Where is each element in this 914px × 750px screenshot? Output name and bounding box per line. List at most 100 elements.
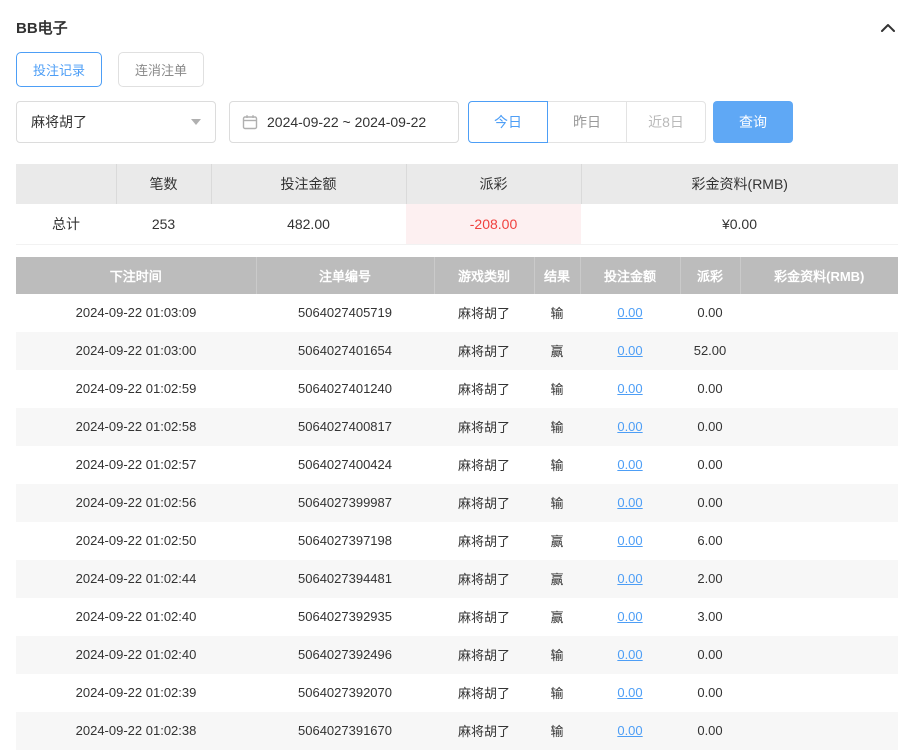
date-range-value: 2024-09-22 ~ 2024-09-22 <box>267 114 426 130</box>
bonus-cell <box>740 674 898 712</box>
table-row: 2024-09-22 01:02:595064027401240麻将胡了输0.0… <box>16 370 898 408</box>
order-id-cell: 5064027392935 <box>256 598 434 636</box>
bet-table-header-row: 下注时间 注单编号 游戏类别 结果 投注金额 派彩 彩金资料(RMB) <box>16 257 898 294</box>
payout-cell: 6.00 <box>680 522 740 560</box>
bonus-cell <box>740 484 898 522</box>
payout-cell: 0.00 <box>680 294 740 332</box>
bet-records-table: 下注时间 注单编号 游戏类别 结果 投注金额 派彩 彩金资料(RMB) 2024… <box>16 257 898 750</box>
game-type-cell: 麻将胡了 <box>434 408 534 446</box>
bet-amount-cell: 0.00 <box>580 674 680 712</box>
search-button[interactable]: 查询 <box>713 101 793 143</box>
game-type-cell: 麻将胡了 <box>434 712 534 750</box>
bet-table-body: 2024-09-22 01:03:095064027405719麻将胡了输0.0… <box>16 294 898 750</box>
result-cell: 赢 <box>534 560 580 598</box>
header-result: 结果 <box>534 257 580 294</box>
summary-header-blank <box>16 164 116 204</box>
bet-amount-cell: 0.00 <box>580 370 680 408</box>
tab-bet-records[interactable]: 投注记录 <box>16 52 102 87</box>
payout-cell: 3.00 <box>680 598 740 636</box>
summary-total-row: 总计 253 482.00 -208.00 ¥0.00 <box>16 204 898 244</box>
result-cell: 输 <box>534 712 580 750</box>
date-range-picker[interactable]: 2024-09-22 ~ 2024-09-22 <box>229 101 459 143</box>
header-bet-amount: 投注金额 <box>580 257 680 294</box>
chevron-down-icon <box>191 119 201 125</box>
bet-amount-link[interactable]: 0.00 <box>617 495 642 510</box>
result-cell: 赢 <box>534 332 580 370</box>
total-payout: -208.00 <box>406 204 581 244</box>
header-bonus: 彩金资料(RMB) <box>740 257 898 294</box>
chevron-up-icon <box>880 20 896 36</box>
last-8-days-button[interactable]: 近8日 <box>626 101 706 143</box>
summary-header-bonus: 彩金资料(RMB) <box>581 164 898 204</box>
bonus-cell <box>740 294 898 332</box>
collapse-panel-button[interactable] <box>878 18 898 38</box>
bet-amount-link[interactable]: 0.00 <box>617 457 642 472</box>
table-row: 2024-09-22 01:02:445064027394481麻将胡了赢0.0… <box>16 560 898 598</box>
bet-records-panel: BB电子 投注记录 连消注单 麻将胡了 <box>0 0 914 750</box>
today-button[interactable]: 今日 <box>468 101 548 143</box>
bet-amount-link[interactable]: 0.00 <box>617 723 642 738</box>
payout-cell: 0.00 <box>680 636 740 674</box>
bet-amount-cell: 0.00 <box>580 636 680 674</box>
bet-amount-link[interactable]: 0.00 <box>617 305 642 320</box>
order-id-cell: 5064027391670 <box>256 712 434 750</box>
panel-header: BB电子 <box>16 0 898 50</box>
tab-cancelled-orders[interactable]: 连消注单 <box>118 52 204 87</box>
bet-amount-link[interactable]: 0.00 <box>617 419 642 434</box>
bonus-cell <box>740 636 898 674</box>
bet-amount-link[interactable]: 0.00 <box>617 647 642 662</box>
filter-bar: 麻将胡了 2024-09-22 ~ 2024-09-22 今日 昨日 近8日 查… <box>16 101 898 143</box>
table-row: 2024-09-22 01:03:095064027405719麻将胡了输 0.0… <box>16 294 898 332</box>
game-type-cell: 麻将胡了 <box>434 560 534 598</box>
bet-amount-link[interactable]: 0.00 <box>617 571 642 586</box>
yesterday-button[interactable]: 昨日 <box>547 101 627 143</box>
game-type-cell: 麻将胡了 <box>434 636 534 674</box>
table-row: 2024-09-22 01:02:505064027397198麻将胡了赢0.0… <box>16 522 898 560</box>
bonus-cell <box>740 522 898 560</box>
table-row: 2024-09-22 01:02:395064027392070麻将胡了输0.0… <box>16 674 898 712</box>
bet-amount-cell: 0.00 <box>580 332 680 370</box>
bet-amount-cell: 0.00 <box>580 408 680 446</box>
table-row: 2024-09-22 01:02:405064027392496麻将胡了输0.0… <box>16 636 898 674</box>
payout-cell: 0.00 <box>680 370 740 408</box>
total-label: 总计 <box>16 204 116 244</box>
payout-cell: 52.00 <box>680 332 740 370</box>
game-type-cell: 麻将胡了 <box>434 674 534 712</box>
game-type-cell: 麻将胡了 <box>434 370 534 408</box>
bet-amount-cell: 0.00 <box>580 294 680 332</box>
result-cell: 赢 <box>534 598 580 636</box>
game-type-select[interactable]: 麻将胡了 <box>16 101 216 143</box>
bet-time-cell: 2024-09-22 01:02:40 <box>16 598 256 636</box>
table-row: 2024-09-22 01:02:585064027400817麻将胡了输0.0… <box>16 408 898 446</box>
bet-amount-link[interactable]: 0.00 <box>617 381 642 396</box>
game-type-cell: 麻将胡了 <box>434 294 534 332</box>
bonus-cell <box>740 370 898 408</box>
result-cell: 输 <box>534 636 580 674</box>
header-payout: 派彩 <box>680 257 740 294</box>
bet-time-cell: 2024-09-22 01:03:09 <box>16 294 256 332</box>
bet-amount-link[interactable]: 0.00 <box>617 343 642 358</box>
payout-cell: 0.00 <box>680 484 740 522</box>
order-id-cell: 5064027405719 <box>256 294 434 332</box>
result-cell: 输 <box>534 446 580 484</box>
total-bet-amount: 482.00 <box>211 204 406 244</box>
payout-cell: 0.00 <box>680 446 740 484</box>
header-bet-time: 下注时间 <box>16 257 256 294</box>
bonus-cell <box>740 560 898 598</box>
table-row: 2024-09-22 01:02:405064027392935麻将胡了赢0.0… <box>16 598 898 636</box>
result-cell: 输 <box>534 294 580 332</box>
bet-time-cell: 2024-09-22 01:02:39 <box>16 674 256 712</box>
summary-header-payout: 派彩 <box>406 164 581 204</box>
payout-cell: 2.00 <box>680 560 740 598</box>
summary-header-count: 笔数 <box>116 164 211 204</box>
record-tabs: 投注记录 连消注单 <box>16 52 898 87</box>
bet-amount-link[interactable]: 0.00 <box>617 533 642 548</box>
summary-header-row: 笔数 投注金额 派彩 彩金资料(RMB) <box>16 164 898 204</box>
game-type-select-value: 麻将胡了 <box>31 112 87 132</box>
bet-amount-link[interactable]: 0.00 <box>617 685 642 700</box>
summary-header-bet-amount: 投注金额 <box>211 164 406 204</box>
bonus-cell <box>740 408 898 446</box>
bet-amount-link[interactable]: 0.00 <box>617 609 642 624</box>
summary-table: 笔数 投注金额 派彩 彩金资料(RMB) 总计 253 482.00 -208.… <box>16 164 898 245</box>
bet-time-cell: 2024-09-22 01:02:40 <box>16 636 256 674</box>
